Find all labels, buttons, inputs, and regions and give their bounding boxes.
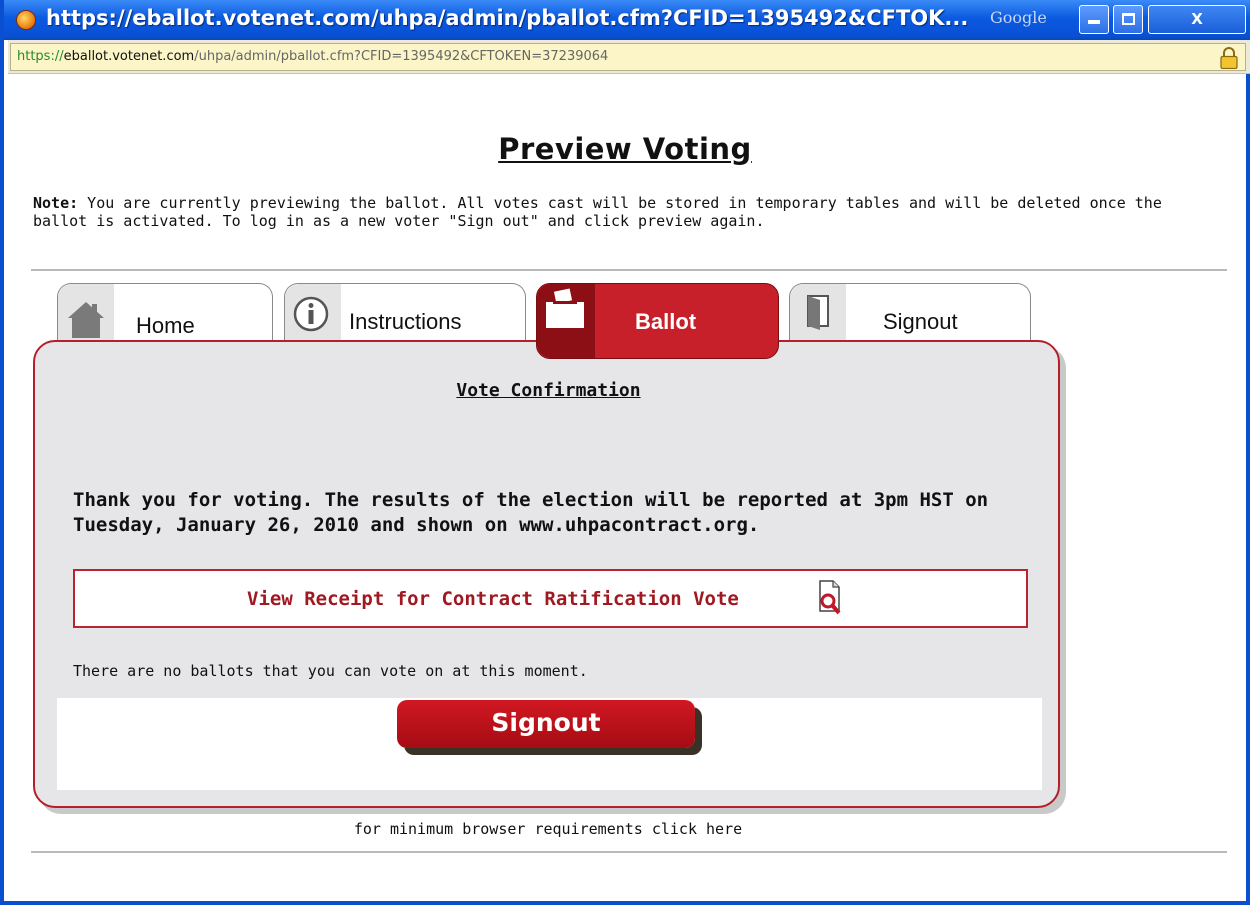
minimize-icon (1088, 20, 1100, 24)
tab-instructions[interactable]: Instructions (284, 283, 526, 344)
divider (31, 269, 1227, 271)
ballot-box-icon (546, 288, 584, 328)
home-icon-box (58, 284, 114, 344)
door-icon-box (790, 284, 846, 344)
browser-favicon-icon (16, 10, 36, 30)
title-bar[interactable]: https://eballot.votenet.com/uhpa/admin/p… (4, 0, 1250, 40)
tab-ballot-label: Ballot (635, 309, 697, 334)
ballot-icon-box (537, 284, 595, 358)
close-button[interactable]: X (1148, 5, 1246, 34)
url-field[interactable]: https://eballot.votenet.com/uhpa/admin/p… (10, 43, 1246, 71)
no-ballots-message: There are no ballots that you can vote o… (73, 662, 588, 680)
url-host: eballot.votenet.com (63, 49, 195, 64)
preview-note: Note: You are currently previewing the b… (33, 194, 1223, 230)
page-title: Preview Voting (498, 132, 752, 166)
url-path: /uhpa/admin/pballot.cfm?CFID=1395492&CFT… (194, 49, 609, 64)
note-label: Note: (33, 194, 79, 212)
address-bar: https://eballot.votenet.com/uhpa/admin/p… (8, 40, 1250, 74)
url-text: https://eballot.votenet.com/uhpa/admin/p… (17, 49, 608, 64)
document-search-icon[interactable] (817, 579, 843, 617)
tab-signout-label: Signout (883, 309, 958, 334)
window-title: https://eballot.votenet.com/uhpa/admin/p… (46, 6, 969, 30)
note-text: You are currently previewing the ballot.… (33, 194, 1162, 230)
maximize-icon (1121, 13, 1135, 25)
confirmation-panel: Vote Confirmation Thank you for voting. … (33, 340, 1060, 808)
info-icon (293, 296, 329, 332)
tab-home-label: Home (136, 313, 195, 338)
view-receipt-link[interactable]: View Receipt for Contract Ratification V… (247, 588, 739, 610)
tab-instructions-label: Instructions (349, 309, 462, 334)
door-icon (807, 295, 829, 330)
close-icon: X (1191, 10, 1203, 28)
google-label: Google (990, 8, 1047, 27)
bottom-divider (31, 851, 1227, 853)
signout-button[interactable]: Signout (397, 700, 695, 748)
tab-home[interactable]: Home (57, 283, 273, 344)
lock-icon[interactable] (1220, 47, 1238, 69)
url-scheme: https:// (17, 49, 64, 64)
vote-confirmation-heading: Vote Confirmation (456, 380, 641, 401)
info-icon-box (285, 284, 341, 344)
browser-requirements-link[interactable]: for minimum browser requirements click h… (0, 820, 1096, 838)
minimize-button[interactable] (1079, 5, 1109, 34)
maximize-button[interactable] (1113, 5, 1143, 34)
tab-signout[interactable]: Signout (789, 283, 1031, 344)
tab-ballot[interactable]: Ballot (536, 283, 779, 359)
thank-you-message: Thank you for voting. The results of the… (73, 489, 989, 536)
receipt-box: View Receipt for Contract Ratification V… (73, 569, 1028, 628)
home-icon (68, 302, 104, 338)
